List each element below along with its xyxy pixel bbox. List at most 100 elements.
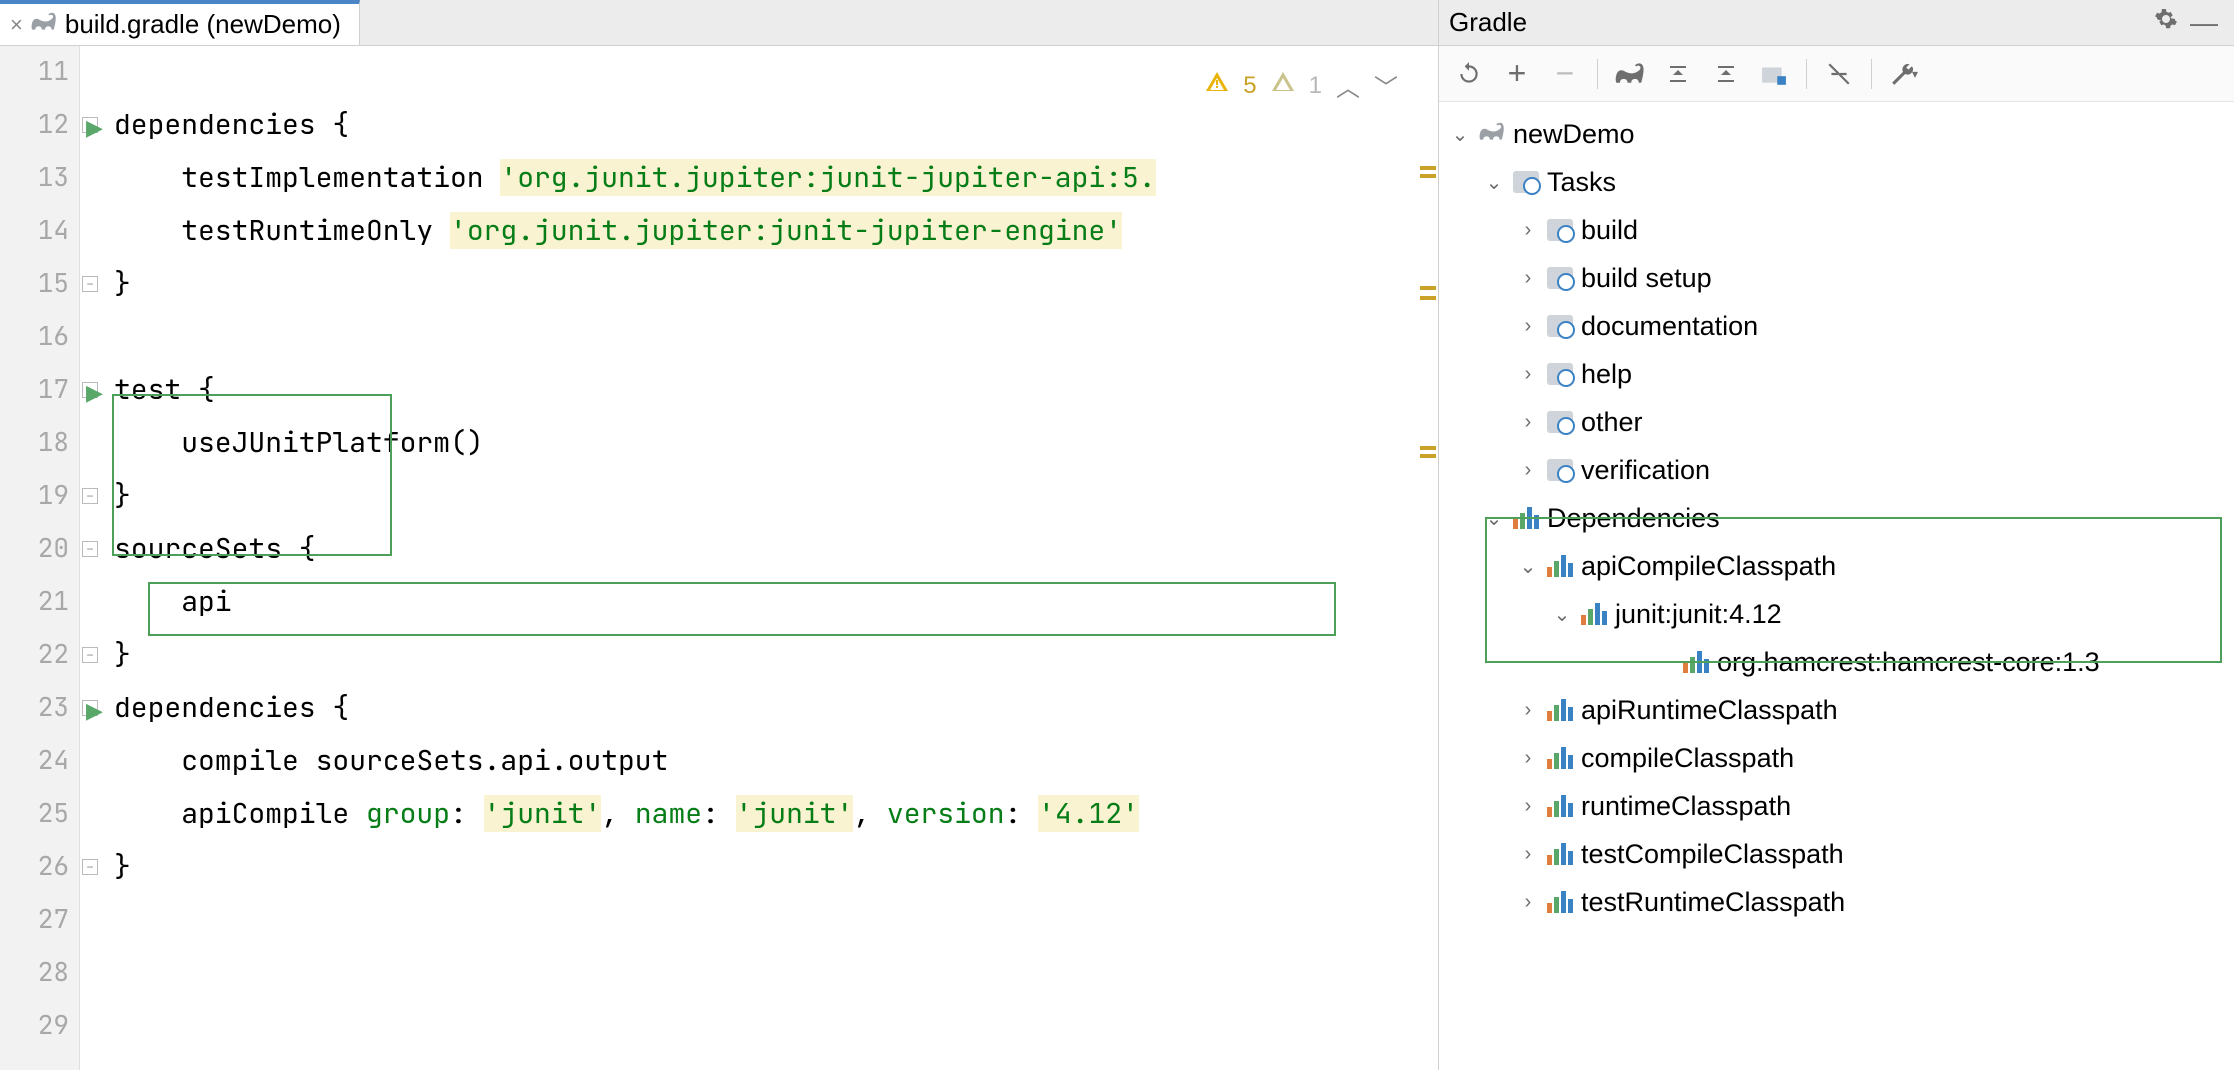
hide-panel-icon[interactable]: — bbox=[2184, 7, 2224, 39]
add-icon[interactable]: + bbox=[1495, 52, 1539, 96]
editor-pane: × build.gradle (newDemo) 111213141516171… bbox=[0, 0, 1439, 1070]
tree-classpath-apiCompileClasspath[interactable]: ⌄apiCompileClasspath bbox=[1439, 542, 2234, 590]
expand-all-icon[interactable] bbox=[1656, 52, 1700, 96]
run-gutter-icon[interactable]: ▶ bbox=[86, 380, 103, 406]
code-line[interactable]: useJUnitPlatform() bbox=[114, 429, 1438, 457]
line-number: 13 bbox=[38, 164, 69, 190]
run-gutter-icon[interactable]: ▶ bbox=[86, 698, 103, 724]
tree-classpath-testCompileClasspath[interactable]: ›testCompileClasspath bbox=[1439, 830, 2234, 878]
chevron-right-icon[interactable]: › bbox=[1517, 747, 1539, 770]
chevron-right-icon[interactable]: › bbox=[1517, 843, 1539, 866]
tree-node-label: runtimeClasspath bbox=[1581, 791, 1791, 822]
refresh-icon[interactable] bbox=[1447, 52, 1491, 96]
tree-classpath-compileClasspath[interactable]: › compileClasspath bbox=[1439, 734, 2234, 782]
classpath-icon bbox=[1683, 651, 1709, 673]
code-line[interactable]: api bbox=[114, 588, 1438, 616]
tree-classpath-runtimeClasspath[interactable]: › runtimeClasspath bbox=[1439, 782, 2234, 830]
fold-toggle-icon[interactable]: − bbox=[82, 647, 98, 663]
code-line[interactable]: testRuntimeOnly 'org.junit.jupiter:junit… bbox=[114, 217, 1438, 245]
tree-classpath-testRuntimeClasspath[interactable]: ›testRuntimeClasspath bbox=[1439, 878, 2234, 926]
chevron-down-icon[interactable]: ⌄ bbox=[1483, 506, 1505, 531]
chevron-down-icon[interactable]: ⌄ bbox=[1449, 122, 1471, 147]
fold-column: −−−−−−−− bbox=[80, 46, 106, 1070]
classpath-icon bbox=[1547, 747, 1573, 769]
chevron-right-icon[interactable]: › bbox=[1517, 315, 1539, 338]
chevron-right-icon[interactable]: › bbox=[1517, 267, 1539, 290]
offline-mode-icon[interactable] bbox=[1817, 52, 1861, 96]
tree-root-project[interactable]: ⌄newDemo bbox=[1439, 110, 2234, 158]
wrench-icon[interactable]: ▾ bbox=[1882, 52, 1926, 96]
classpath-icon bbox=[1547, 843, 1573, 865]
tree-task-group-documentation[interactable]: ›documentation bbox=[1439, 302, 2234, 350]
tree-tasks[interactable]: ⌄Tasks bbox=[1439, 158, 2234, 206]
code-line[interactable]: dependencies { bbox=[114, 694, 1438, 722]
fold-toggle-icon[interactable]: − bbox=[82, 488, 98, 504]
remove-icon[interactable]: − bbox=[1543, 52, 1587, 96]
error-stripe[interactable] bbox=[1418, 46, 1438, 1070]
tab-filename: build.gradle (newDemo) bbox=[65, 9, 341, 40]
prev-highlight-icon[interactable]: ︿ bbox=[1336, 68, 1360, 103]
editor-tab[interactable]: × build.gradle (newDemo) bbox=[0, 0, 360, 45]
code-line[interactable]: } bbox=[114, 853, 1438, 881]
line-number: 22 bbox=[38, 641, 69, 667]
tree-task-group-other[interactable]: › other bbox=[1439, 398, 2234, 446]
line-number: 28 bbox=[38, 959, 69, 985]
code-line[interactable]: } bbox=[114, 270, 1438, 298]
gradle-tree[interactable]: ⌄newDemo⌄Tasks›build›build setup›documen… bbox=[1439, 102, 2234, 1070]
code-line[interactable]: dependencies { bbox=[114, 111, 1438, 139]
tree-dependencies[interactable]: ⌄ Dependencies bbox=[1439, 494, 2234, 542]
gradle-elephant-icon[interactable] bbox=[1608, 52, 1652, 96]
line-number: 16 bbox=[38, 323, 69, 349]
chevron-right-icon[interactable]: › bbox=[1517, 459, 1539, 482]
classpath-icon bbox=[1581, 603, 1607, 625]
warning-count: 5 bbox=[1243, 72, 1256, 100]
tree-classpath-apiRuntimeClasspath[interactable]: › apiRuntimeClasspath bbox=[1439, 686, 2234, 734]
code-line[interactable]: compile sourceSets.api.output bbox=[114, 747, 1438, 775]
line-number: 25 bbox=[38, 800, 69, 826]
close-tab-icon[interactable]: × bbox=[10, 12, 23, 38]
inspections-widget[interactable]: 5 1 ︿ ﹀ bbox=[1205, 68, 1398, 103]
tree-dep-hamcrest[interactable]: org.hamcrest:hamcrest-core:1.3 bbox=[1439, 638, 2234, 686]
tree-node-label: other bbox=[1581, 407, 1643, 438]
fold-toggle-icon[interactable]: − bbox=[82, 859, 98, 875]
chevron-right-icon[interactable]: › bbox=[1517, 699, 1539, 722]
next-highlight-icon[interactable]: ﹀ bbox=[1374, 68, 1398, 103]
fold-toggle-icon[interactable]: − bbox=[82, 276, 98, 292]
classpath-icon bbox=[1547, 795, 1573, 817]
show-dependencies-icon[interactable] bbox=[1752, 52, 1796, 96]
code-line[interactable]: apiCompile group: 'junit', name: 'junit'… bbox=[114, 800, 1438, 828]
code-line[interactable]: } bbox=[114, 482, 1438, 510]
tree-node-label: apiRuntimeClasspath bbox=[1581, 695, 1838, 726]
code-line[interactable]: } bbox=[114, 641, 1438, 669]
code-line[interactable]: test { bbox=[114, 376, 1438, 404]
code-line[interactable]: testImplementation 'org.junit.jupiter:ju… bbox=[114, 164, 1438, 192]
chevron-down-icon[interactable]: ⌄ bbox=[1483, 170, 1505, 195]
collapse-all-icon[interactable] bbox=[1704, 52, 1748, 96]
tree-task-group-help[interactable]: ›help bbox=[1439, 350, 2234, 398]
chevron-down-icon[interactable]: ⌄ bbox=[1551, 602, 1573, 627]
tree-node-label: Dependencies bbox=[1547, 503, 1720, 534]
chevron-right-icon[interactable]: › bbox=[1517, 219, 1539, 242]
line-number: 23 bbox=[38, 694, 69, 720]
run-gutter-icon[interactable]: ▶ bbox=[86, 115, 103, 141]
line-number: 24 bbox=[38, 747, 69, 773]
tree-task-group-verification[interactable]: ›verification bbox=[1439, 446, 2234, 494]
tree-task-group-build-setup[interactable]: ›build setup bbox=[1439, 254, 2234, 302]
chevron-right-icon[interactable]: › bbox=[1517, 411, 1539, 434]
line-number: 19 bbox=[38, 482, 69, 508]
folder-icon bbox=[1547, 411, 1573, 433]
tree-dep-junit[interactable]: ⌄junit:junit:4.12 bbox=[1439, 590, 2234, 638]
editor-body[interactable]: 11121314151617181920212223242526272829 −… bbox=[0, 46, 1438, 1070]
chevron-right-icon[interactable]: › bbox=[1517, 363, 1539, 386]
chevron-right-icon[interactable]: › bbox=[1517, 891, 1539, 914]
tree-node-label: compileClasspath bbox=[1581, 743, 1794, 774]
chevron-down-icon[interactable]: ⌄ bbox=[1517, 554, 1539, 579]
code-area[interactable]: dependencies { testImplementation 'org.j… bbox=[106, 46, 1438, 1070]
settings-icon[interactable] bbox=[2148, 7, 2184, 38]
fold-toggle-icon[interactable]: − bbox=[82, 541, 98, 557]
code-line[interactable]: sourceSets { bbox=[114, 535, 1438, 563]
chevron-right-icon[interactable]: › bbox=[1517, 795, 1539, 818]
line-number: 17 bbox=[38, 376, 69, 402]
line-number: 18 bbox=[38, 429, 69, 455]
tree-task-group-build[interactable]: ›build bbox=[1439, 206, 2234, 254]
